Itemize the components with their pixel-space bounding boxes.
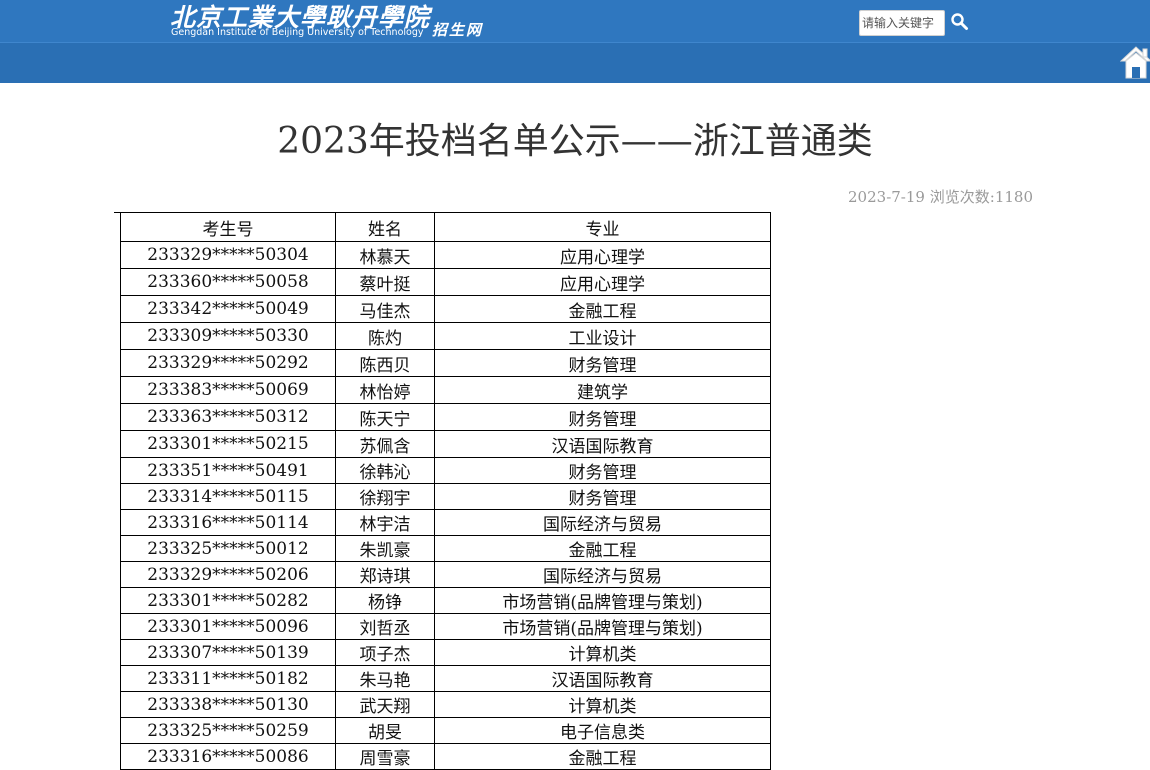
- table-row: 233325*****50012 朱凯豪 金融工程: [120, 535, 771, 562]
- name-cell: 陈西贝: [335, 349, 435, 377]
- name-cell: 林宇洁: [335, 509, 435, 536]
- major-cell: 国际经济与贸易: [434, 509, 771, 536]
- major-cell: 工业设计: [434, 322, 771, 350]
- table-row: 233301*****50282 杨铮 市场营销(品牌管理与策划): [120, 587, 771, 614]
- publish-date: 2023-7-19: [848, 188, 925, 206]
- candidate-id-cell: 233383*****50069: [120, 376, 336, 404]
- name-cell: 蔡叶挺: [335, 268, 435, 296]
- candidate-id-cell: 233316*****50086: [120, 743, 336, 770]
- search-button[interactable]: [950, 12, 970, 32]
- views-count: 1180: [994, 188, 1033, 206]
- major-cell: 金融工程: [434, 295, 771, 323]
- table-row: 233342*****50049 马佳杰 金融工程: [120, 295, 771, 323]
- candidate-id-cell: 233338*****50130: [120, 691, 336, 718]
- name-cell: 刘哲丞: [335, 613, 435, 640]
- header-name: 姓名: [335, 212, 435, 242]
- table-row: 233329*****50292 陈西贝 财务管理: [120, 349, 771, 377]
- admission-list-table: 考生号 姓名 专业 233329*****50304 林慕天 应用心理学 233360…: [120, 212, 771, 770]
- major-cell: 财务管理: [434, 483, 771, 510]
- major-cell: 计算机类: [434, 639, 771, 666]
- home-icon: [1119, 46, 1150, 79]
- logo-english-name: Gengdan Institute of Beijing University …: [171, 27, 424, 38]
- major-cell: 汉语国际教育: [434, 665, 771, 692]
- major-cell: 财务管理: [434, 457, 771, 484]
- candidate-id-cell: 233301*****50282: [120, 587, 336, 614]
- table-row: 233360*****50058 蔡叶挺 应用心理学: [120, 268, 771, 296]
- search-input[interactable]: [859, 10, 945, 36]
- header-major: 专业: [434, 212, 771, 242]
- major-cell: 国际经济与贸易: [434, 561, 771, 588]
- name-cell: 徐翔宇: [335, 483, 435, 510]
- table-row: 233307*****50139 项子杰 计算机类: [120, 639, 771, 666]
- header-candidate-id: 考生号: [120, 212, 336, 242]
- name-cell: 林慕天: [335, 241, 435, 269]
- table-row: 233301*****50096 刘哲丞 市场营销(品牌管理与策划): [120, 613, 771, 640]
- home-button[interactable]: [1119, 44, 1150, 80]
- table-row: 233363*****50312 陈天宁 财务管理: [120, 403, 771, 431]
- candidate-id-cell: 233342*****50049: [120, 295, 336, 323]
- name-cell: 周雪豪: [335, 743, 435, 770]
- name-cell: 朱马艳: [335, 665, 435, 692]
- name-cell: 苏佩含: [335, 430, 435, 458]
- table-row: 233329*****50304 林慕天 应用心理学: [120, 241, 771, 269]
- table-row: 233338*****50130 武天翔 计算机类: [120, 691, 771, 718]
- search-icon: [951, 13, 968, 30]
- candidate-id-cell: 233325*****50259: [120, 717, 336, 744]
- candidate-id-cell: 233314*****50115: [120, 483, 336, 510]
- table-row: 233325*****50259 胡旻 电子信息类: [120, 717, 771, 744]
- candidate-id-cell: 233329*****50292: [120, 349, 336, 377]
- major-cell: 应用心理学: [434, 241, 771, 269]
- candidate-id-cell: 233363*****50312: [120, 403, 336, 431]
- major-cell: 市场营销(品牌管理与策划): [434, 613, 771, 640]
- name-cell: 胡旻: [335, 717, 435, 744]
- candidate-id-cell: 233307*****50139: [120, 639, 336, 666]
- candidate-id-cell: 233329*****50304: [120, 241, 336, 269]
- name-cell: 郑诗琪: [335, 561, 435, 588]
- table-row: 233329*****50206 郑诗琪 国际经济与贸易: [120, 561, 771, 588]
- name-cell: 杨铮: [335, 587, 435, 614]
- table-row: 233301*****50215 苏佩含 汉语国际教育: [120, 430, 771, 458]
- views-label: 浏览次数:: [929, 188, 995, 206]
- site-header: 北京工業大學耿丹學院 Gengdan Institute of Beijing …: [0, 0, 1150, 83]
- candidate-id-cell: 233329*****50206: [120, 561, 336, 588]
- table-row: 233314*****50115 徐翔宇 财务管理: [120, 483, 771, 510]
- candidate-id-cell: 233316*****50114: [120, 509, 336, 536]
- major-cell: 计算机类: [434, 691, 771, 718]
- table-row: 233311*****50182 朱马艳 汉语国际教育: [120, 665, 771, 692]
- major-cell: 市场营销(品牌管理与策划): [434, 587, 771, 614]
- name-cell: 徐韩沁: [335, 457, 435, 484]
- table-row: 233351*****50491 徐韩沁 财务管理: [120, 457, 771, 484]
- major-cell: 金融工程: [434, 743, 771, 770]
- major-cell: 财务管理: [434, 349, 771, 377]
- candidate-id-cell: 233301*****50215: [120, 430, 336, 458]
- major-cell: 应用心理学: [434, 268, 771, 296]
- candidate-id-cell: 233309*****50330: [120, 322, 336, 350]
- major-cell: 建筑学: [434, 376, 771, 404]
- table-header-row: 考生号 姓名 专业: [120, 212, 771, 242]
- table-row: 233316*****50086 周雪豪 金融工程: [120, 743, 771, 770]
- major-cell: 汉语国际教育: [434, 430, 771, 458]
- table-row: 233316*****50114 林宇洁 国际经济与贸易: [120, 509, 771, 536]
- page-title: 2023年投档名单公示——浙江普通类: [277, 121, 873, 162]
- table-row: 233383*****50069 林怡婷 建筑学: [120, 376, 771, 404]
- candidate-id-cell: 233311*****50182: [120, 665, 336, 692]
- article-meta: 2023-7-19 浏览次数:1180: [848, 186, 1033, 207]
- candidate-id-cell: 233351*****50491: [120, 457, 336, 484]
- major-cell: 电子信息类: [434, 717, 771, 744]
- major-cell: 金融工程: [434, 535, 771, 562]
- name-cell: 项子杰: [335, 639, 435, 666]
- candidate-id-cell: 233301*****50096: [120, 613, 336, 640]
- name-cell: 林怡婷: [335, 376, 435, 404]
- name-cell: 陈灼: [335, 322, 435, 350]
- table-row: 233309*****50330 陈灼 工业设计: [120, 322, 771, 350]
- logo-subtitle: 招生网: [432, 21, 484, 39]
- name-cell: 朱凯豪: [335, 535, 435, 562]
- major-cell: 财务管理: [434, 403, 771, 431]
- name-cell: 陈天宁: [335, 403, 435, 431]
- candidate-id-cell: 233360*****50058: [120, 268, 336, 296]
- candidate-id-cell: 233325*****50012: [120, 535, 336, 562]
- name-cell: 马佳杰: [335, 295, 435, 323]
- name-cell: 武天翔: [335, 691, 435, 718]
- nav-bar: [0, 42, 1150, 83]
